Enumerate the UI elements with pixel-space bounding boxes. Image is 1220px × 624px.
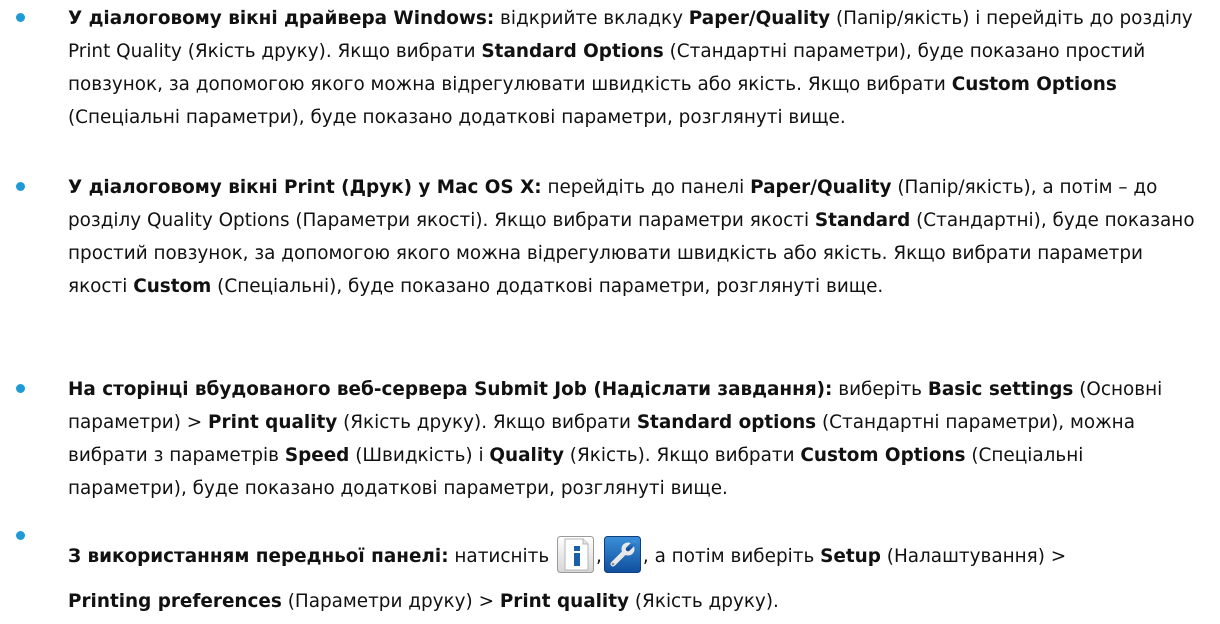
item-text: З використанням передньої панелі: натисн… xyxy=(68,534,1198,624)
item-intro: З використанням передньої панелі: xyxy=(68,546,449,567)
item-text: У діалоговому вікні драйвера Windows: ві… xyxy=(68,8,1193,128)
item-intro: На сторінці вбудованого веб-сервера Subm… xyxy=(68,379,833,400)
bullet xyxy=(16,182,25,191)
bullet xyxy=(16,384,25,393)
item-intro: У діалоговому вікні Print (Друк) у Mac O… xyxy=(68,177,542,198)
item-text: У діалоговому вікні Print (Друк) у Mac O… xyxy=(68,177,1195,297)
item-intro: У діалоговому вікні драйвера Windows: xyxy=(68,8,495,29)
bullet xyxy=(16,13,25,22)
info-icon[interactable] xyxy=(557,535,595,573)
wrench-icon[interactable] xyxy=(603,535,641,573)
bullet xyxy=(16,531,25,540)
item-text: На сторінці вбудованого веб-сервера Subm… xyxy=(68,379,1163,499)
